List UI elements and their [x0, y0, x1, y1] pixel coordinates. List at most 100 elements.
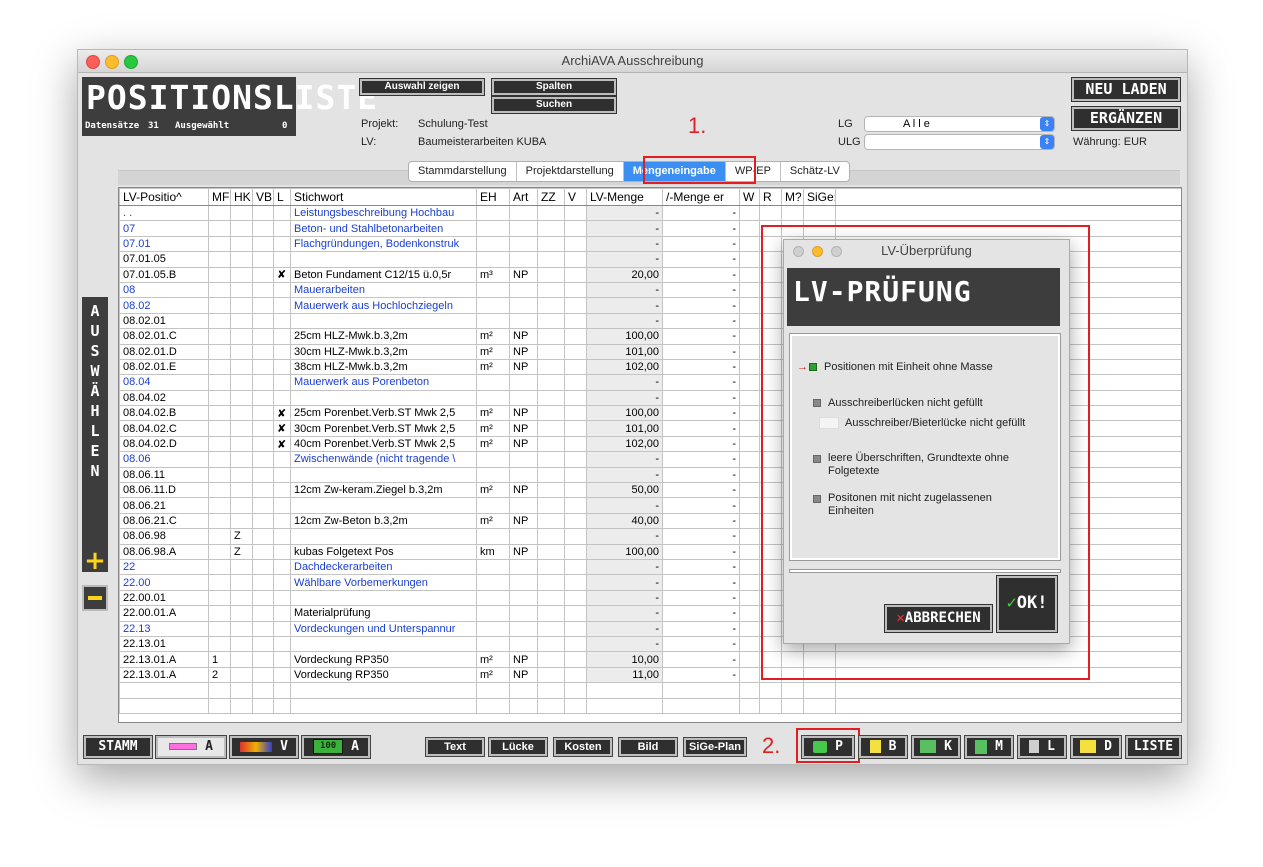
cell-lv-menge[interactable]: 100,00 [586, 328, 663, 345]
col-header-r[interactable]: R [759, 188, 782, 206]
bild-button[interactable]: Bild [618, 737, 678, 757]
cell-v[interactable] [564, 466, 587, 484]
cell-mf[interactable] [208, 558, 231, 576]
cell-l[interactable] [273, 605, 291, 622]
cell-l[interactable] [273, 543, 291, 560]
cell-v[interactable] [564, 451, 587, 468]
col-header-hk[interactable]: HK [230, 188, 253, 206]
sige-plan-button[interactable]: SiGe-Plan [683, 737, 747, 757]
cell-pos[interactable]: 22.13.01.A [119, 651, 209, 668]
cell-lv-menge[interactable]: - [586, 635, 663, 653]
cell-pos[interactable]: . . [119, 204, 209, 222]
cell-w[interactable] [739, 666, 760, 684]
cell-w[interactable] [739, 220, 760, 237]
cell-lv-menge[interactable]: 101,00 [586, 420, 663, 437]
cell-art[interactable] [509, 389, 538, 407]
cell-vb[interactable] [252, 281, 274, 299]
tab-schaetz-lv[interactable]: Schätz-LV [781, 162, 849, 181]
cell-pos[interactable]: 08.06.21 [119, 497, 209, 514]
cell-lv-menge[interactable]: 100,00 [586, 405, 663, 422]
cell-v[interactable] [564, 574, 587, 591]
tab-stammdarstellung[interactable]: Stammdarstellung [409, 162, 517, 181]
cell-w[interactable] [739, 358, 760, 376]
cell-art[interactable] [509, 589, 538, 607]
cell-zz[interactable] [537, 543, 565, 560]
cell-eh[interactable] [476, 251, 510, 268]
cell-zz[interactable] [537, 251, 565, 268]
cell-pos[interactable]: 07.01.05 [119, 251, 209, 268]
cell-pos[interactable]: 22.00 [119, 574, 209, 591]
cell-menge-er[interactable]: - [662, 220, 740, 237]
cell-art[interactable] [509, 620, 538, 637]
cell-lv-menge[interactable]: - [586, 528, 663, 545]
spalten-button[interactable]: Spalten [491, 78, 617, 96]
cell-zz[interactable] [537, 312, 565, 330]
cell-stich[interactable] [290, 497, 477, 514]
cell-l[interactable] [273, 374, 291, 391]
cell-v[interactable] [564, 343, 587, 360]
cell-w[interactable] [739, 435, 760, 453]
cell-stich[interactable] [290, 589, 477, 607]
cell-hk[interactable] [230, 297, 253, 314]
cell-mf[interactable] [208, 297, 231, 314]
cell-eh[interactable]: m² [476, 358, 510, 376]
option-einheit-ohne-masse[interactable]: → Positionen mit Einheit ohne Masse [797, 361, 993, 374]
cell-mf[interactable] [208, 528, 231, 545]
cell-menge-er[interactable]: - [662, 235, 740, 253]
cell-hk[interactable] [230, 466, 253, 484]
cell-art[interactable] [509, 451, 538, 468]
cell-art[interactable] [509, 528, 538, 545]
col-header-menge-er[interactable]: /-Menge er [662, 188, 740, 206]
cell-hk[interactable] [230, 220, 253, 237]
cell-vb[interactable] [252, 528, 274, 545]
cell-art[interactable]: NP [509, 651, 538, 668]
cell-vb[interactable] [252, 620, 274, 637]
col-header-m[interactable]: M? [781, 188, 804, 206]
cell-vb[interactable] [252, 558, 274, 576]
cell-w[interactable] [739, 204, 760, 222]
cell-menge-er[interactable]: - [662, 620, 740, 637]
cell-pos[interactable]: 08.02.01.D [119, 343, 209, 360]
cell-art[interactable]: NP [509, 512, 538, 530]
cell-v[interactable] [564, 651, 587, 668]
cell-menge-er[interactable]: - [662, 405, 740, 422]
cell-stich[interactable]: Dachdeckerarbeiten [290, 558, 477, 576]
cell-stich[interactable]: Mauerwerk aus Hochlochziegeln [290, 297, 477, 314]
cell-art[interactable]: NP [509, 343, 538, 360]
cell-menge-er[interactable]: - [662, 251, 740, 268]
cell-w[interactable] [739, 328, 760, 345]
col-header-lv-menge[interactable]: LV-Menge [586, 188, 663, 206]
cell-eh[interactable] [476, 374, 510, 391]
cell-eh[interactable] [476, 235, 510, 253]
cell-eh[interactable] [476, 466, 510, 484]
cell-mf[interactable]: 1 [208, 651, 231, 668]
cell-vb[interactable] [252, 605, 274, 622]
cell-zz[interactable] [537, 466, 565, 484]
cell-w[interactable] [739, 281, 760, 299]
cell-menge-er[interactable]: - [662, 497, 740, 514]
cell-w[interactable] [739, 651, 760, 668]
cell-art[interactable]: NP [509, 666, 538, 684]
cell-v[interactable] [564, 435, 587, 453]
cell-stich[interactable] [290, 251, 477, 268]
cell-w[interactable] [739, 589, 760, 607]
cell-eh[interactable]: m² [476, 405, 510, 422]
cell-stich[interactable]: Zwischenwände (nicht tragende \ [290, 451, 477, 468]
cell-pos[interactable]: 08.02.01 [119, 312, 209, 330]
cell-mf[interactable] [208, 251, 231, 268]
cell-sige[interactable] [803, 204, 836, 222]
cell-hk[interactable] [230, 605, 253, 622]
abbrechen-button[interactable]: ✕ABBRECHEN [884, 604, 993, 633]
cell-mf[interactable] [208, 389, 231, 407]
cell-zz[interactable] [537, 220, 565, 237]
cell-v[interactable] [564, 635, 587, 653]
cell-zz[interactable] [537, 605, 565, 622]
cell-zz[interactable] [537, 635, 565, 653]
cell-hk[interactable] [230, 281, 253, 299]
cell-vb[interactable] [252, 297, 274, 314]
cell-lv-menge[interactable]: 100,00 [586, 543, 663, 560]
cell-w[interactable] [739, 451, 760, 468]
cell-v[interactable] [564, 374, 587, 391]
cell-menge-er[interactable]: - [662, 605, 740, 622]
cell-hk[interactable] [230, 482, 253, 499]
